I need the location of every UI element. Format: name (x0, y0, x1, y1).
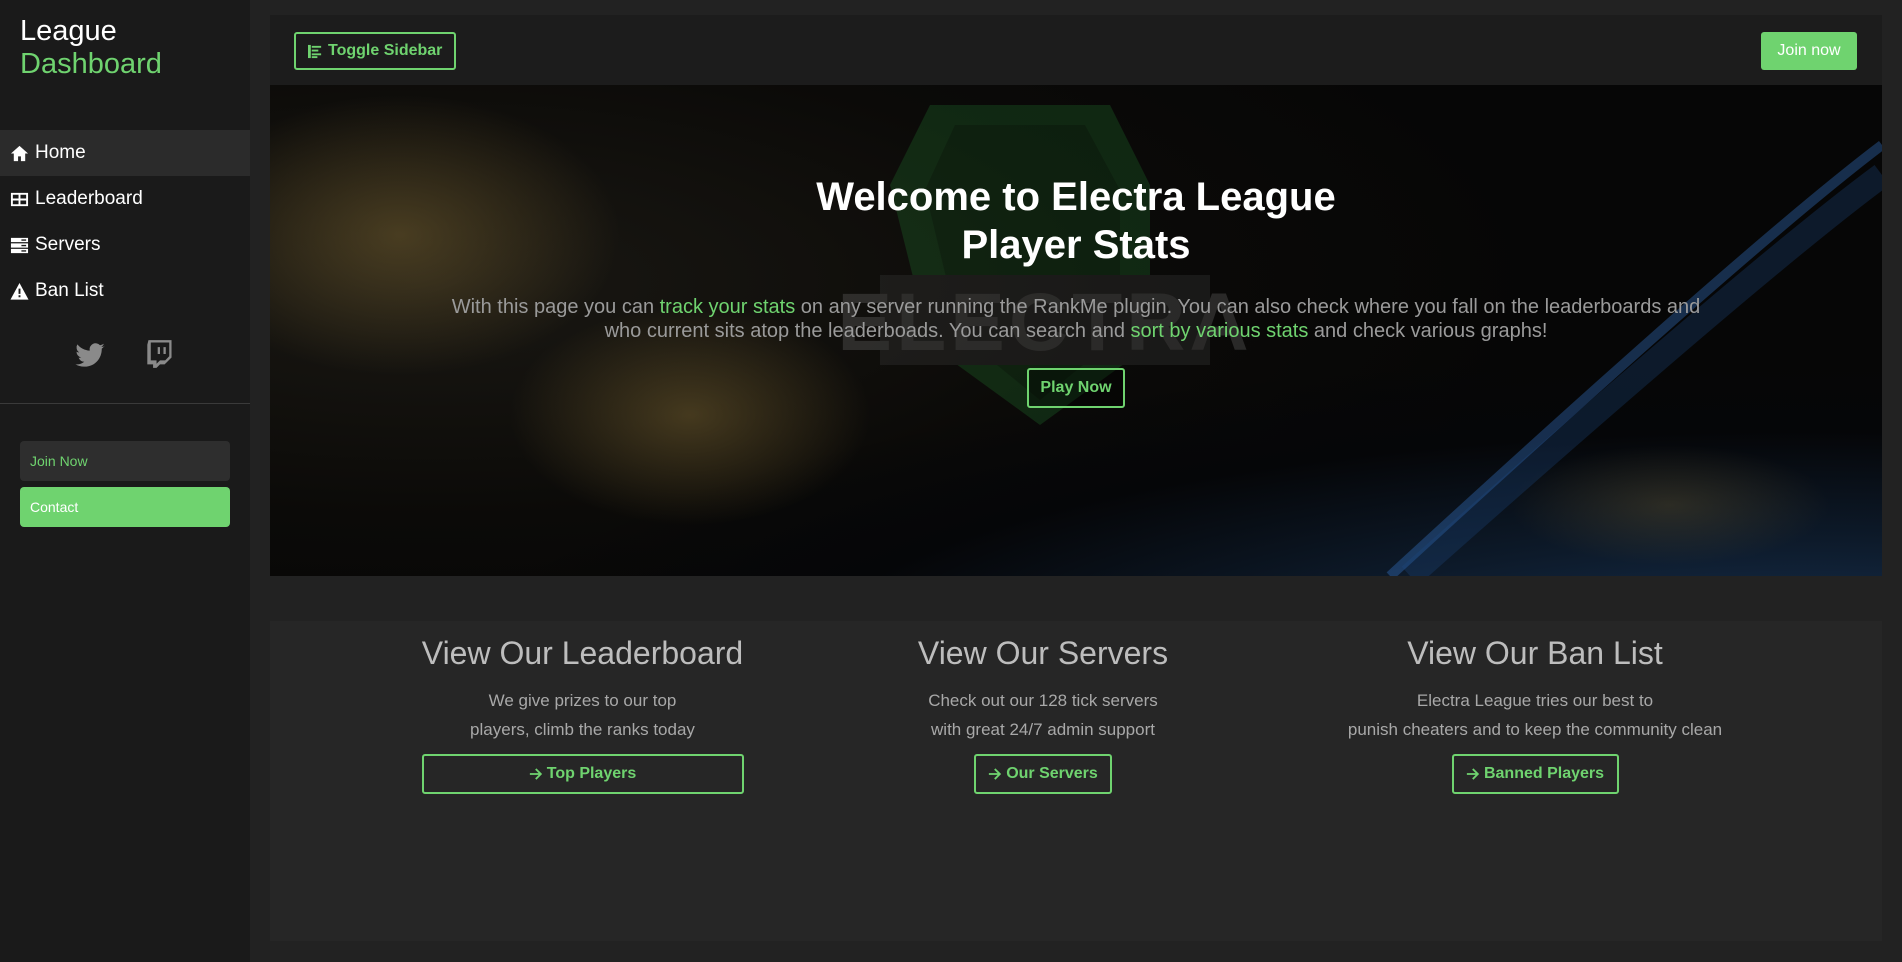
our-servers-button[interactable]: Our Servers (974, 754, 1112, 794)
sidebar-item-leaderboard[interactable]: Leaderboard (0, 176, 250, 222)
arrow-right-icon (529, 768, 542, 780)
home-icon (10, 145, 29, 161)
sidebar-item-servers[interactable]: Servers (0, 222, 250, 268)
feature-title: View Our Leaderboard (421, 635, 744, 671)
hero-banner: ELECTRA Welcome to Electra League Player… (270, 85, 1882, 576)
feature-servers: View Our Servers Check out our 128 tick … (893, 633, 1193, 794)
feature-desc-line-1: We give prizes to our top (488, 691, 677, 710)
server-icon (10, 237, 29, 253)
table-icon (10, 192, 29, 206)
social-links (0, 340, 250, 380)
button-label: Top Players (546, 765, 637, 782)
feature-desc-line-2: punish cheaters and to keep the communit… (1347, 720, 1723, 739)
sidebar-item-ban-list[interactable]: Ban List (0, 268, 250, 314)
hero-highlight-2: sort by various stats (1130, 320, 1309, 342)
arrow-right-icon (1466, 768, 1480, 780)
sidebar-item-label: Servers (35, 234, 101, 255)
arrow-right-icon (989, 768, 1002, 780)
hero-title-line-1: Welcome to Electra League (816, 175, 1336, 219)
topbar: Toggle Sidebar Join now (270, 15, 1882, 85)
sidebar-join-button[interactable]: Join Now (20, 441, 230, 481)
twitch-icon[interactable] (146, 339, 174, 369)
sidebar-item-home[interactable]: Home (0, 130, 250, 176)
feature-description: Electra League tries our best to punish … (1310, 686, 1760, 744)
join-now-button[interactable]: Join now (1761, 32, 1857, 70)
twitter-icon[interactable] (74, 340, 106, 372)
sidebar-divider (0, 403, 250, 404)
button-label: Our Servers (1006, 765, 1098, 782)
feature-desc-line-2: with great 24/7 admin support (931, 720, 1155, 739)
warning-icon (10, 282, 29, 300)
feature-title: View Our Servers (917, 635, 1169, 671)
sidebar: League Dashboard Home Leaderboard Server… (0, 0, 250, 962)
hero-text-1: With this page you can (451, 296, 660, 318)
top-players-button[interactable]: Top Players (421, 754, 744, 794)
hero-title: Welcome to Electra League Player Stats (270, 173, 1882, 269)
hero-description: With this page you can track your stats … (450, 295, 1702, 343)
toggle-sidebar-button[interactable]: Toggle Sidebar (294, 32, 457, 70)
button-label: Banned Players (1483, 765, 1605, 782)
brand-line-1: League (20, 15, 117, 47)
feature-desc-line-1: Check out our 128 tick servers (928, 691, 1158, 710)
hero-text-3: and check various graphs! (1308, 320, 1548, 342)
feature-leaderboard: View Our Leaderboard We give prizes to o… (420, 633, 745, 794)
play-now-button[interactable]: Play Now (1027, 368, 1125, 408)
features-section: View Our Leaderboard We give prizes to o… (270, 621, 1882, 941)
hero-highlight-1: track your stats (659, 296, 796, 318)
sidebar-item-label: Home (35, 142, 86, 163)
sidebar-item-label: Ban List (35, 280, 104, 301)
feature-ban-list: View Our Ban List Electra League tries o… (1310, 633, 1760, 794)
feature-description: Check out our 128 tick servers with grea… (893, 686, 1193, 744)
sidebar-item-label: Leaderboard (35, 188, 143, 209)
feature-title: View Our Ban List (1407, 635, 1663, 671)
sidebar-nav: Home Leaderboard Servers Ban List (0, 130, 250, 314)
brand-line-2: Dashboard (20, 48, 162, 80)
banned-players-button[interactable]: Banned Players (1451, 754, 1619, 794)
feature-desc-line-1: Electra League tries our best to (1416, 691, 1654, 710)
hero-title-line-2: Player Stats (961, 223, 1191, 267)
sidebar-contact-button[interactable]: Contact (20, 487, 230, 527)
toggle-sidebar-label: Toggle Sidebar (328, 42, 443, 59)
feature-description: We give prizes to our top players, climb… (420, 686, 745, 744)
align-left-icon (308, 44, 322, 58)
brand-logo[interactable]: League Dashboard (20, 15, 162, 81)
feature-desc-line-2: players, climb the ranks today (470, 720, 695, 739)
